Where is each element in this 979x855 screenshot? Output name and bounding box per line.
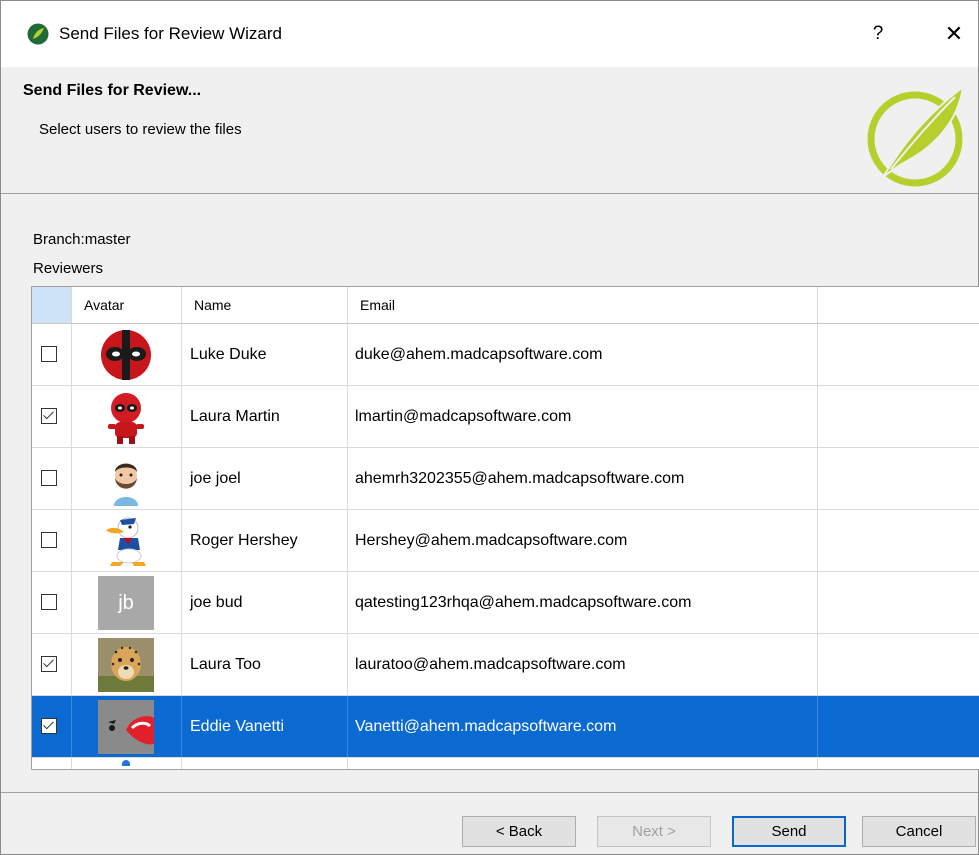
row-name: Laura Too bbox=[182, 634, 348, 695]
wizard-header: Send Files for Review... Select users to… bbox=[1, 67, 978, 194]
reviewers-label: Reviewers bbox=[33, 260, 104, 277]
row-email: qatesting123rhqa@ahem.madcapsoftware.com bbox=[348, 572, 818, 633]
table-row[interactable]: Laura Too lauratoo@ahem.madcapsoftware.c… bbox=[32, 634, 979, 696]
next-button[interactable]: Next > bbox=[597, 816, 711, 847]
title-bar: Send Files for Review Wizard ? ✕ bbox=[1, 1, 978, 67]
row-email: ahemrh3202355@ahem.madcapsoftware.com bbox=[348, 448, 818, 509]
row-name: Laura Martin bbox=[182, 386, 348, 447]
column-header-check[interactable] bbox=[32, 287, 72, 323]
cheetah-photo-icon bbox=[98, 638, 154, 692]
branch-value: master bbox=[84, 231, 131, 248]
grid-header: Avatar Name Email bbox=[32, 287, 979, 324]
row-email: duke@ahem.madcapsoftware.com bbox=[348, 324, 818, 385]
row-checkbox[interactable] bbox=[41, 594, 57, 610]
avatar-partial-icon bbox=[122, 760, 130, 766]
column-header-avatar[interactable]: Avatar bbox=[72, 287, 182, 323]
wizard-window: Send Files for Review Wizard ? ✕ Send Fi… bbox=[0, 0, 979, 855]
race-car-icon bbox=[98, 700, 154, 754]
row-email: lmartin@madcapsoftware.com bbox=[348, 386, 818, 447]
table-row[interactable] bbox=[32, 758, 979, 769]
column-header-email[interactable]: Email bbox=[348, 287, 818, 323]
bearded-man-icon bbox=[114, 463, 138, 506]
donald-duck-icon bbox=[106, 517, 146, 566]
row-name: Luke Duke bbox=[182, 324, 348, 385]
row-checkbox[interactable] bbox=[41, 470, 57, 486]
table-row-selected[interactable]: Eddie Vanetti Vanetti@ahem.madcapsoftwar… bbox=[32, 696, 979, 758]
madcap-app-icon bbox=[27, 23, 49, 45]
table-row[interactable]: Roger Hershey Hershey@ahem.madcapsoftwar… bbox=[32, 510, 979, 572]
page-subtitle: Select users to review the files bbox=[39, 121, 242, 138]
row-name: joe joel bbox=[182, 448, 348, 509]
table-row[interactable]: joe joel ahemrh3202355@ahem.madcapsoftwa… bbox=[32, 448, 979, 510]
row-name: Eddie Vanetti bbox=[182, 696, 348, 757]
column-header-name[interactable]: Name bbox=[182, 287, 348, 323]
deadpool-figure-icon bbox=[108, 393, 144, 444]
table-row[interactable]: Laura Martin lmartin@madcapsoftware.com bbox=[32, 386, 979, 448]
cancel-button[interactable]: Cancel bbox=[862, 816, 976, 847]
row-checkbox[interactable] bbox=[41, 408, 57, 424]
row-checkbox[interactable] bbox=[41, 532, 57, 548]
window-title: Send Files for Review Wizard bbox=[59, 24, 282, 43]
row-name: Roger Hershey bbox=[182, 510, 348, 571]
table-row[interactable]: jb joe bud qatesting123rhqa@ahem.madcaps… bbox=[32, 572, 979, 634]
row-name: joe bud bbox=[182, 572, 348, 633]
row-checkbox[interactable] bbox=[41, 346, 57, 362]
back-button[interactable]: < Back bbox=[462, 816, 576, 847]
row-checkbox[interactable] bbox=[41, 718, 57, 734]
row-checkbox[interactable] bbox=[41, 656, 57, 672]
page-title: Send Files for Review... bbox=[23, 82, 202, 99]
table-row[interactable]: Luke Duke duke@ahem.madcapsoftware.com bbox=[32, 324, 979, 386]
help-button[interactable]: ? bbox=[863, 19, 893, 49]
send-button[interactable]: Send bbox=[732, 816, 846, 847]
footer-divider bbox=[1, 792, 978, 793]
initials-avatar: jb bbox=[98, 576, 154, 630]
avatar-initials: jb bbox=[118, 592, 134, 614]
row-email: Vanetti@ahem.madcapsoftware.com bbox=[348, 696, 818, 757]
row-email: Hershey@ahem.madcapsoftware.com bbox=[348, 510, 818, 571]
close-button[interactable]: ✕ bbox=[937, 19, 971, 49]
branch-info: Branch:master bbox=[33, 231, 131, 248]
feather-logo-icon bbox=[867, 85, 965, 187]
deadpool-mask-icon bbox=[101, 330, 151, 380]
row-email: lauratoo@ahem.madcapsoftware.com bbox=[348, 634, 818, 695]
reviewers-grid[interactable]: Avatar Name Email Luke Duke duke@ahem.ma… bbox=[31, 286, 979, 770]
branch-label: Branch: bbox=[33, 231, 85, 248]
